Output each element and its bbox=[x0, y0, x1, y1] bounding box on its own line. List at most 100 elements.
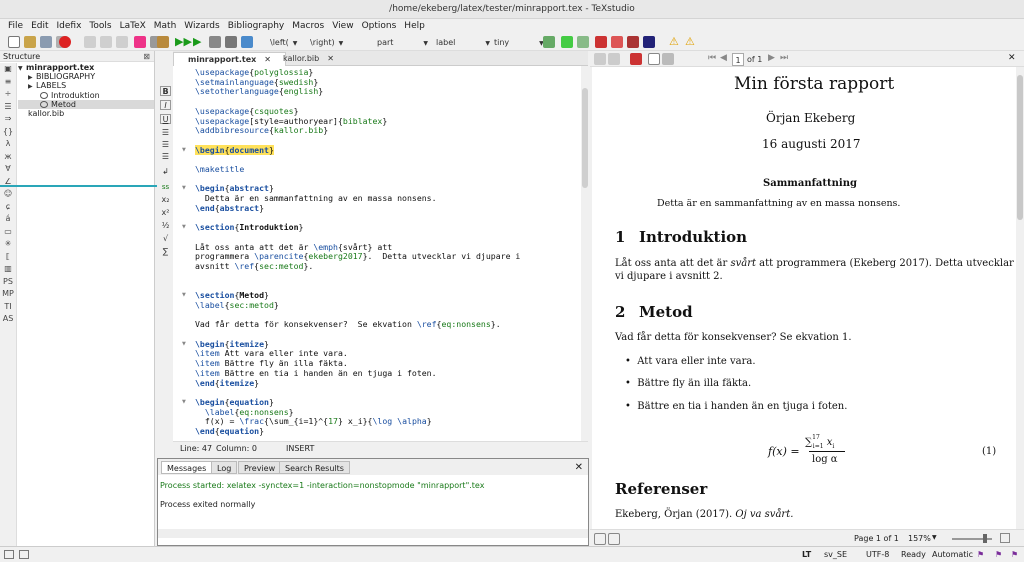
superscript-icon[interactable]: x² bbox=[160, 208, 171, 218]
right-delimiter-combo[interactable]: \right) ▼ bbox=[310, 36, 343, 49]
align-right-icon[interactable]: ☰ bbox=[160, 152, 171, 162]
warning-icon[interactable]: ⚠ bbox=[669, 36, 681, 48]
cyrillic-icon[interactable]: ɕ bbox=[0, 201, 16, 214]
table-row-icon[interactable] bbox=[577, 36, 589, 48]
align-center-icon[interactable]: ☰ bbox=[160, 140, 171, 150]
subscript-icon[interactable]: x₂ bbox=[160, 195, 171, 205]
language-status[interactable]: sv_SE bbox=[824, 550, 847, 559]
latex-symbols-icon[interactable]: ▣ bbox=[0, 63, 16, 76]
mode-status[interactable]: Automatic bbox=[932, 550, 973, 559]
tree-item-root[interactable]: ▼ minrapport.tex bbox=[18, 63, 154, 72]
table-delrow-icon[interactable] bbox=[611, 36, 623, 48]
code-editor[interactable]: \usepackage{polyglossia} \setmainlanguag… bbox=[173, 66, 581, 441]
pdf-next-icon[interactable]: ▶ bbox=[768, 53, 780, 65]
sum-icon[interactable]: ∑ bbox=[160, 247, 171, 257]
pdf-close-icon[interactable]: ✕ bbox=[1008, 53, 1020, 65]
pdf-fit-icon[interactable] bbox=[1000, 533, 1010, 543]
run-icon[interactable]: ▶ bbox=[193, 36, 205, 48]
tree-item-bibliography[interactable]: ▶ BIBLIOGRAPHY bbox=[18, 72, 154, 81]
pdf-zoom-dropdown[interactable]: ▼ bbox=[932, 534, 937, 541]
close-tab-icon[interactable]: ✕ bbox=[327, 54, 334, 63]
open-file-icon[interactable] bbox=[24, 36, 36, 48]
pdf-zoom-icon[interactable] bbox=[648, 53, 660, 65]
pdf-page-input[interactable]: 1 bbox=[732, 53, 744, 66]
list-icon[interactable]: ☰ bbox=[0, 101, 16, 114]
stop-icon[interactable] bbox=[209, 36, 221, 48]
tree-item-labels[interactable]: ▶ LABELS bbox=[18, 81, 154, 90]
menu-bibliography[interactable]: Bibliography bbox=[224, 19, 289, 33]
ti-icon[interactable]: TI bbox=[0, 301, 16, 314]
menu-wizards[interactable]: Wizards bbox=[180, 19, 223, 33]
pdf-sync-icon[interactable] bbox=[594, 533, 606, 545]
warning2-icon[interactable]: ⚠ bbox=[685, 36, 697, 48]
menu-options[interactable]: Options bbox=[358, 19, 401, 33]
menu-idefix[interactable]: Idefix bbox=[53, 19, 86, 33]
menu-latex[interactable]: LaTeX bbox=[116, 19, 150, 33]
ps-icon[interactable]: PS bbox=[0, 276, 16, 289]
encoding-status[interactable]: UTF-8 bbox=[866, 550, 889, 559]
lt-icon[interactable]: LT bbox=[802, 550, 811, 559]
scrollbar-thumb[interactable] bbox=[582, 88, 588, 188]
pdf-hand-icon[interactable] bbox=[662, 53, 674, 65]
left-delimiter-combo[interactable]: \left(▼ bbox=[270, 36, 297, 49]
bold-icon[interactable]: B bbox=[160, 86, 171, 96]
table-icon[interactable] bbox=[543, 36, 555, 48]
new-file-icon[interactable] bbox=[8, 36, 20, 48]
pdf-page[interactable]: Min första rapport Örjan Ekeberg 16 augu… bbox=[592, 67, 1016, 529]
fold-toggle-icon[interactable]: ▼ bbox=[182, 341, 186, 347]
pdf-sync2-icon[interactable] bbox=[608, 533, 620, 545]
pdf-first-icon[interactable]: ⏮ bbox=[708, 53, 720, 65]
structure-toggle-icon[interactable] bbox=[4, 550, 14, 559]
column-icon[interactable]: ▥ bbox=[0, 263, 16, 276]
arrows-icon[interactable]: ≡ bbox=[0, 76, 16, 89]
editor-scrollbar[interactable] bbox=[581, 66, 589, 441]
fold-toggle-icon[interactable]: ▼ bbox=[182, 147, 186, 153]
fold-toggle-icon[interactable]: ▼ bbox=[182, 185, 186, 191]
align-left-icon[interactable]: ☰ bbox=[160, 128, 171, 138]
close-icon[interactable]: ⊠ bbox=[143, 51, 150, 62]
menu-file[interactable]: File bbox=[4, 19, 27, 33]
bookmark1-icon[interactable]: ⚑ bbox=[977, 550, 984, 559]
undo-icon[interactable] bbox=[84, 36, 96, 48]
cut-icon[interactable] bbox=[134, 36, 146, 48]
box-icon[interactable]: ▭ bbox=[0, 226, 16, 239]
menu-macros[interactable]: Macros bbox=[288, 19, 328, 33]
compile-icon[interactable]: ▶▶ bbox=[175, 36, 192, 48]
table-split-icon[interactable] bbox=[627, 36, 639, 48]
menu-edit[interactable]: Edit bbox=[27, 19, 52, 33]
close-file-icon[interactable] bbox=[59, 36, 71, 48]
close-icon[interactable]: ✕ bbox=[575, 462, 583, 473]
messages-scrollbar[interactable] bbox=[158, 529, 588, 538]
redo-icon[interactable] bbox=[100, 36, 112, 48]
lambda-icon[interactable]: λ bbox=[0, 138, 16, 151]
mp-icon[interactable]: MP bbox=[0, 288, 16, 301]
save-icon[interactable] bbox=[40, 36, 52, 48]
newline-icon[interactable]: ↲ bbox=[160, 167, 171, 177]
as-icon[interactable]: AS bbox=[0, 313, 16, 326]
bookmark2-icon[interactable]: ⚑ bbox=[995, 550, 1002, 559]
underline-icon[interactable]: U bbox=[160, 114, 171, 124]
size-combo[interactable]: tiny ▼ bbox=[494, 36, 544, 49]
tab-preview[interactable]: Preview bbox=[238, 461, 282, 474]
a-accent-icon[interactable]: á bbox=[0, 213, 16, 226]
italic-icon[interactable]: I bbox=[160, 100, 171, 110]
reference-combo[interactable]: label ▼ bbox=[436, 36, 490, 49]
tab-kallor[interactable]: kallor.bib ✕ bbox=[269, 52, 348, 66]
tree-item-introduktion[interactable]: Introduktion bbox=[18, 91, 154, 100]
fraction-icon[interactable]: ½ bbox=[160, 221, 171, 231]
fold-toggle-icon[interactable]: ▼ bbox=[182, 292, 186, 298]
fold-toggle-icon[interactable]: ▼ bbox=[182, 399, 186, 405]
spell-icon[interactable] bbox=[241, 36, 253, 48]
pdf-menu-icon[interactable] bbox=[594, 53, 606, 65]
scrollbar-thumb[interactable] bbox=[1017, 75, 1023, 220]
arrow-right-icon[interactable]: ⇒ bbox=[0, 113, 16, 126]
bookmark3-icon[interactable]: ⚑ bbox=[1011, 550, 1018, 559]
messages-toggle-icon[interactable] bbox=[19, 550, 29, 559]
copy-icon[interactable] bbox=[116, 36, 128, 48]
table-align-icon[interactable] bbox=[643, 36, 655, 48]
pdf-bookmark-icon[interactable] bbox=[630, 53, 642, 65]
smiley-icon[interactable]: ☺ bbox=[0, 188, 16, 201]
view-icon[interactable] bbox=[225, 36, 237, 48]
table-delete-icon[interactable] bbox=[595, 36, 607, 48]
menu-math[interactable]: Math bbox=[150, 19, 181, 33]
